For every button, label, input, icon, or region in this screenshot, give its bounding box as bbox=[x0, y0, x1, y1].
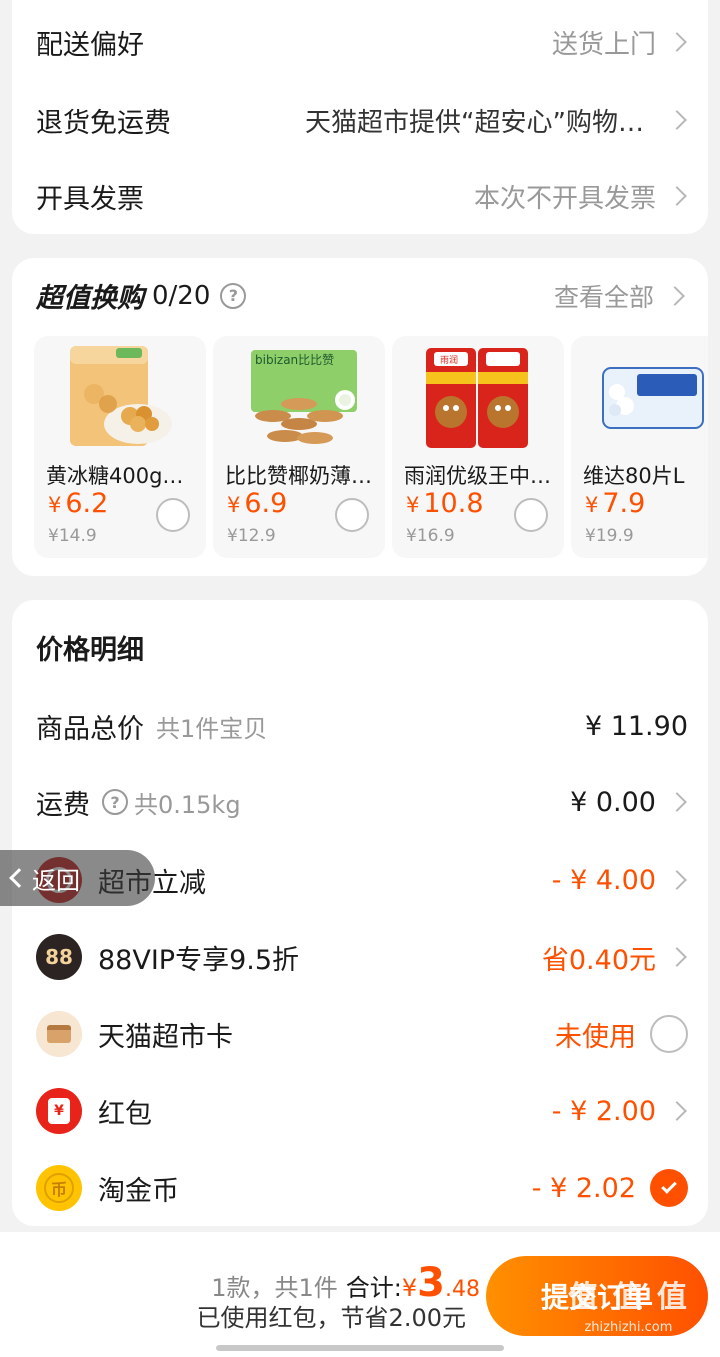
watermark-url: zhizhizhi.com bbox=[584, 1320, 673, 1335]
tmall-card-radio[interactable] bbox=[650, 1015, 688, 1053]
chevron-right-icon bbox=[667, 32, 687, 52]
shipping-row[interactable]: 运费 ? 共0.15kg ¥ 0.00 bbox=[36, 772, 688, 832]
product-name: 黄冰糖400g… bbox=[46, 464, 184, 488]
rock-sugar-image bbox=[70, 346, 172, 446]
delivery-preference-row[interactable]: 配送偏好 送货上门 bbox=[36, 12, 688, 72]
exchange-product-card[interactable]: bibizan比比赞 比比赞椰奶薄… ¥6.9 ¥12.9 bbox=[213, 336, 385, 558]
back-label: 返回 bbox=[32, 866, 80, 895]
watermark: 值 值 值 zhizhizhi.com bbox=[568, 1272, 689, 1335]
product-original-price: ¥19.9 bbox=[585, 526, 634, 546]
shipping-value: ¥ 0.00 bbox=[570, 786, 656, 818]
invoice-label: 开具发票 bbox=[36, 183, 144, 215]
coin-icon: 币 bbox=[36, 1165, 82, 1211]
help-icon[interactable]: ? bbox=[220, 282, 247, 309]
price-value: 10.8 bbox=[423, 488, 484, 519]
price-detail-title: 价格明细 bbox=[36, 635, 144, 666]
wallet-card-icon bbox=[36, 1011, 82, 1057]
supermarket-discount-value: - ¥ 4.00 bbox=[551, 864, 656, 896]
select-radio[interactable] bbox=[156, 498, 190, 532]
tmall-card-value: 未使用 bbox=[555, 1021, 636, 1053]
yen-symbol: ¥ bbox=[406, 493, 420, 517]
tissue-image bbox=[602, 367, 704, 429]
exchange-count: 0/20 bbox=[152, 280, 211, 311]
yen-symbol: ¥ bbox=[585, 493, 599, 517]
return-shipping-value: 天猫超市提供“超安心”购物… bbox=[305, 107, 644, 138]
price-detail-card: 价格明细 商品总价 共1件宝贝 ¥ 11.90 运费 ? 共0.15kg ¥ 0… bbox=[12, 600, 708, 1226]
coin-icon-text: 币 bbox=[44, 1173, 74, 1203]
product-price: ¥6.9 bbox=[227, 488, 287, 519]
saving-text: 已使用红包，节省2.00元 bbox=[196, 1304, 466, 1332]
shipping-sub: 共0.15kg bbox=[134, 790, 241, 819]
taojinbi-row[interactable]: 币 淘金币 - ¥ 2.02 bbox=[36, 1158, 688, 1218]
product-price: ¥6.2 bbox=[48, 488, 108, 519]
product-original-price: ¥14.9 bbox=[48, 526, 97, 546]
select-radio[interactable] bbox=[335, 498, 369, 532]
price-value: 6.2 bbox=[65, 488, 109, 519]
chevron-right-icon bbox=[665, 286, 685, 306]
chevron-right-icon bbox=[667, 1101, 687, 1121]
exchange-product-card[interactable]: 黄冰糖400g… ¥6.2 ¥14.9 bbox=[34, 336, 206, 558]
goods-total-sub: 共1件宝贝 bbox=[156, 714, 268, 743]
red-packet-icon: ¥ bbox=[36, 1088, 82, 1134]
chevron-right-icon bbox=[667, 870, 687, 890]
home-indicator bbox=[216, 1345, 504, 1351]
price-value: 6.9 bbox=[244, 488, 288, 519]
chevron-right-icon bbox=[667, 110, 687, 130]
tmall-card-label: 天猫超市卡 bbox=[98, 1021, 233, 1053]
goods-total-value: ¥ 11.90 bbox=[584, 710, 688, 742]
checkout-bar: 1款，共1件 合计: ¥ 3 .48 已使用红包，节省2.00元 提交订单 值 … bbox=[0, 1232, 720, 1357]
back-arrow-icon bbox=[9, 868, 29, 888]
exchange-card: 超值换购 0/20 ? 查看全部 黄冰糖400g… ¥6.2 ¥14.9 bib… bbox=[12, 258, 708, 576]
product-name: 雨润优级王中… bbox=[404, 464, 551, 488]
sausage-image: 雨润 bbox=[426, 348, 528, 448]
taojinbi-label: 淘金币 bbox=[98, 1175, 179, 1207]
invoice-value: 本次不开具发票 bbox=[473, 183, 656, 214]
chevron-right-icon bbox=[667, 947, 687, 967]
view-all-label: 查看全部 bbox=[553, 283, 654, 312]
price-value: 7.9 bbox=[602, 488, 646, 519]
product-name: 维达80片L bbox=[583, 464, 685, 488]
delivery-card: 配送偏好 送货上门 退货免运费 天猫超市提供“超安心”购物… 开具发票 本次不开… bbox=[12, 0, 708, 234]
back-button[interactable]: 返回 bbox=[0, 850, 155, 906]
coconut-biscuit-image: bibizan比比赞 bbox=[251, 350, 357, 444]
invoice-row[interactable]: 开具发票 本次不开具发票 bbox=[36, 166, 688, 226]
red-packet-row[interactable]: ¥ 红包 - ¥ 2.00 bbox=[36, 1081, 688, 1141]
product-name: 比比赞椰奶薄… bbox=[225, 464, 372, 488]
delivery-preference-label: 配送偏好 bbox=[36, 29, 144, 61]
chevron-right-icon bbox=[667, 792, 687, 812]
vip88-label: 88VIP专享9.5折 bbox=[98, 944, 300, 976]
goods-total-label: 商品总价 bbox=[36, 713, 144, 745]
product-brand: 雨润 bbox=[440, 354, 458, 366]
help-icon[interactable]: ? bbox=[102, 789, 128, 815]
exchange-title: 超值换购 bbox=[36, 283, 144, 314]
red-packet-value: - ¥ 2.00 bbox=[551, 1095, 656, 1127]
vip88-icon-text: 88 bbox=[45, 945, 73, 969]
product-original-price: ¥12.9 bbox=[227, 526, 276, 546]
product-price: ¥7.9 bbox=[585, 488, 645, 519]
product-brand: bibizan比比赞 bbox=[255, 353, 334, 367]
taojinbi-value: - ¥ 2.02 bbox=[531, 1172, 636, 1204]
red-packet-label: 红包 bbox=[98, 1098, 152, 1130]
red-packet-icon-text: ¥ bbox=[48, 1098, 70, 1124]
tmall-card-row[interactable]: 天猫超市卡 未使用 bbox=[36, 1004, 688, 1064]
taojinbi-checked-icon[interactable] bbox=[650, 1169, 688, 1207]
shipping-label: 运费 bbox=[36, 789, 90, 821]
return-shipping-label: 退货免运费 bbox=[36, 107, 171, 139]
watermark-glyphs: 值 值 值 bbox=[568, 1280, 689, 1315]
yen-symbol: ¥ bbox=[48, 493, 62, 517]
goods-total-row: 商品总价 共1件宝贝 ¥ 11.90 bbox=[36, 696, 688, 756]
select-radio[interactable] bbox=[514, 498, 548, 532]
exchange-product-card[interactable]: 雨润 雨润优级王中… ¥10.8 ¥16.9 bbox=[392, 336, 564, 558]
vip88-icon: 88 bbox=[36, 934, 82, 980]
yen-symbol: ¥ bbox=[227, 493, 241, 517]
product-price: ¥10.8 bbox=[406, 488, 484, 519]
view-all-link[interactable]: 查看全部 bbox=[554, 278, 686, 314]
return-shipping-row[interactable]: 退货免运费 天猫超市提供“超安心”购物… bbox=[36, 90, 688, 150]
delivery-preference-value: 送货上门 bbox=[551, 29, 656, 60]
product-original-price: ¥16.9 bbox=[406, 526, 455, 546]
exchange-product-card[interactable]: 维达80片L ¥7.9 ¥19.9 bbox=[571, 336, 708, 558]
vip88-value: 省0.40元 bbox=[541, 944, 656, 976]
vip88-discount-row[interactable]: 88 88VIP专享9.5折 省0.40元 bbox=[36, 927, 688, 987]
chevron-right-icon bbox=[667, 186, 687, 206]
